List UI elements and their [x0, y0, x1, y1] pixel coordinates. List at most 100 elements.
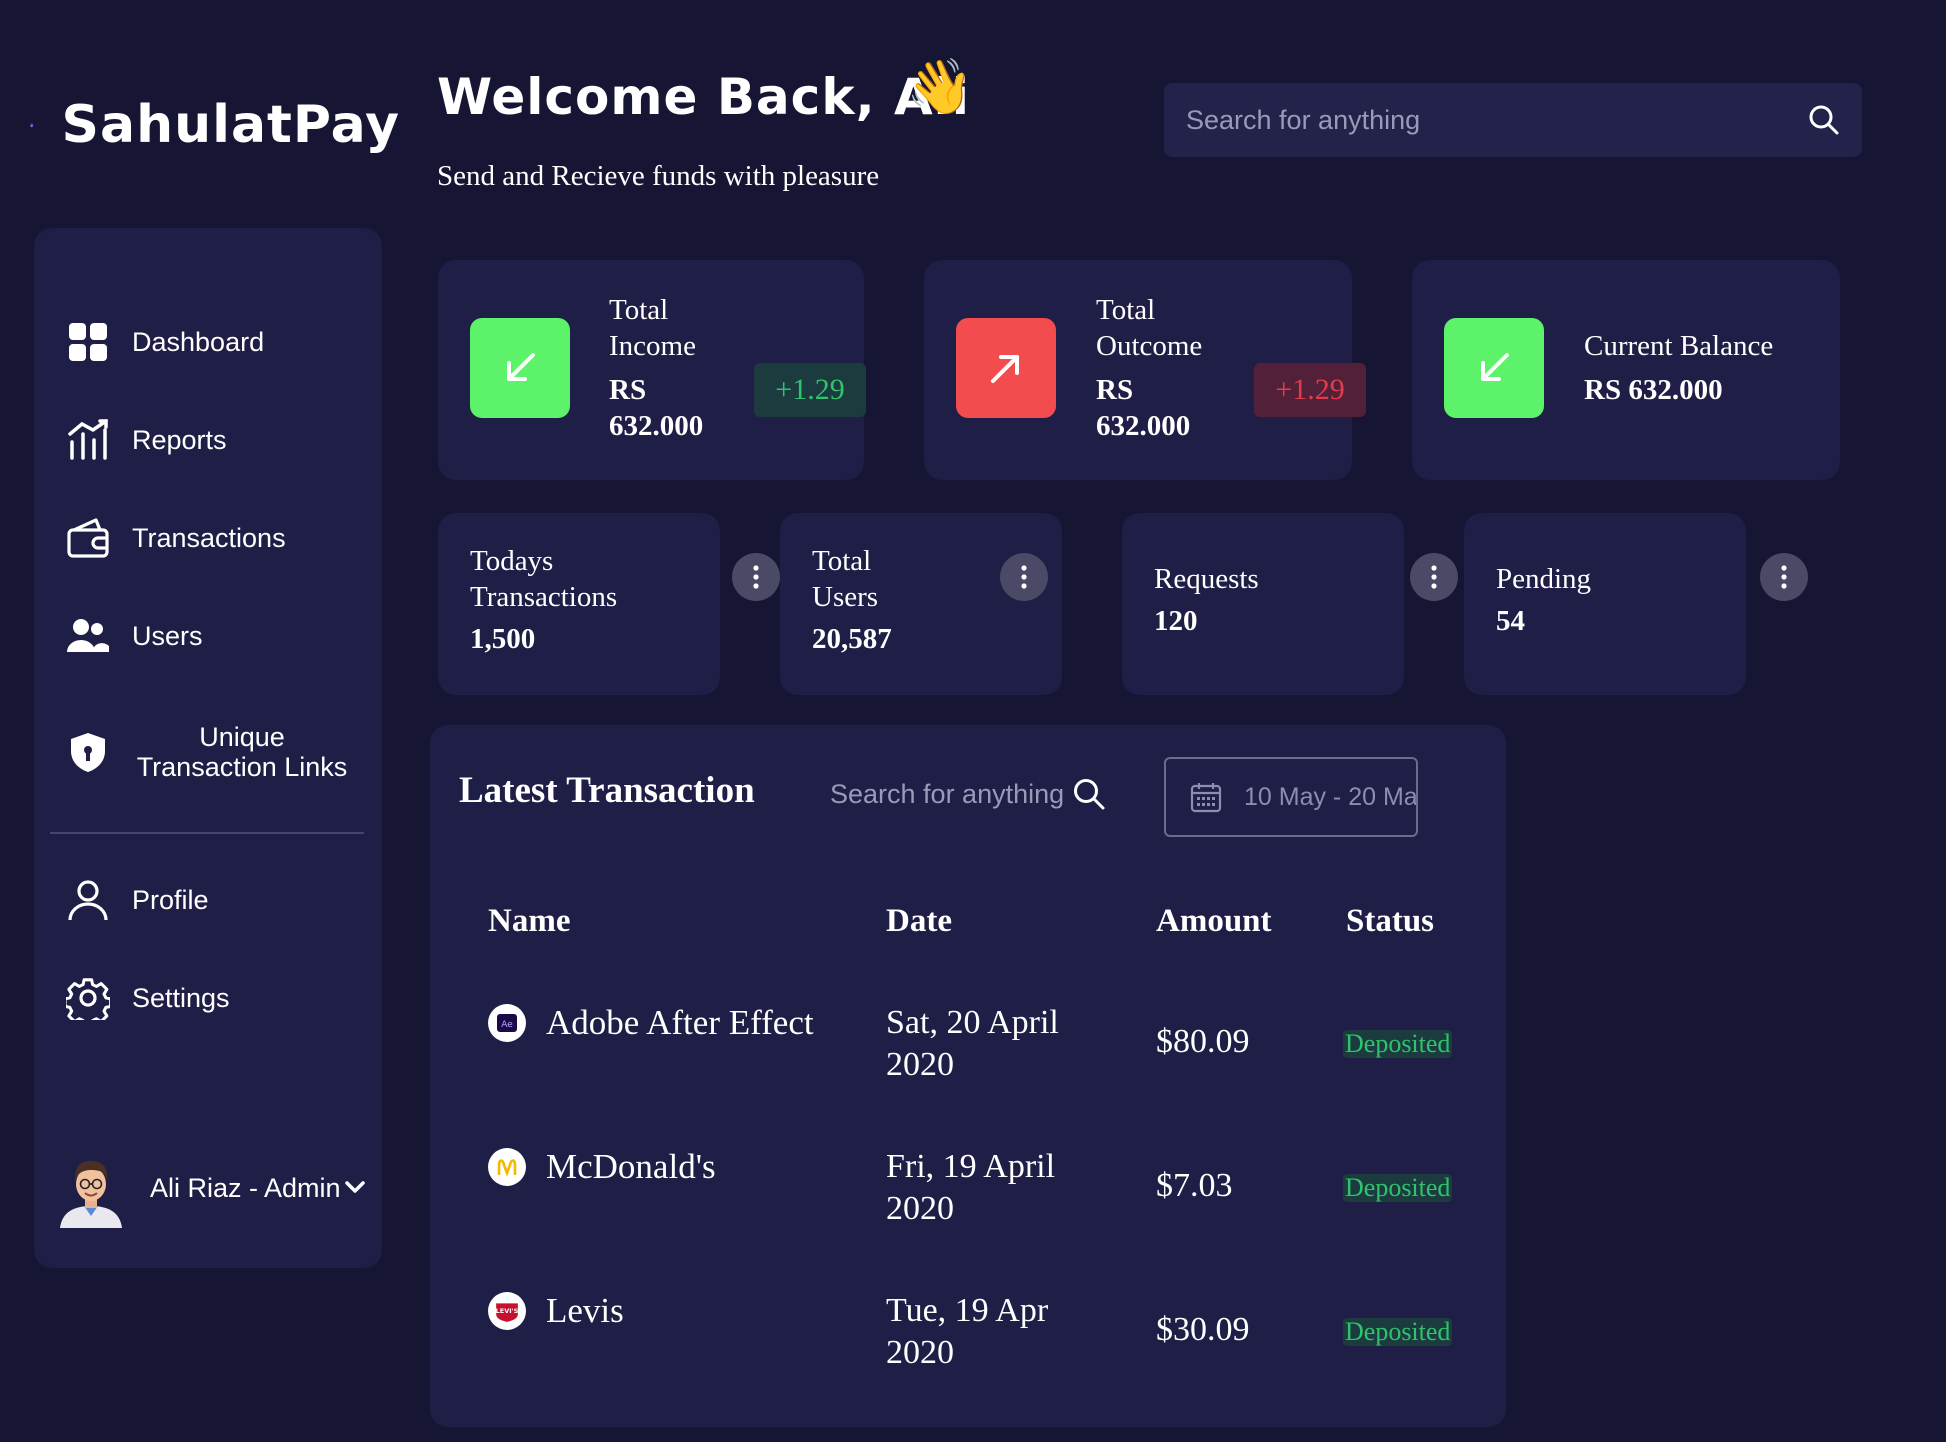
sidebar: Dashboard Reports Transactions Users Uni…: [34, 228, 382, 1268]
chart-icon: [66, 418, 110, 462]
more-options-button[interactable]: [1410, 553, 1458, 601]
income-delta: +1.29: [754, 363, 866, 417]
more-options-button[interactable]: [1760, 553, 1808, 601]
arrow-down-left-icon: [1481, 353, 1509, 381]
table-row[interactable]: LEVI'S Levis: [488, 1291, 624, 1331]
shield-icon: [66, 730, 110, 774]
outcome-badge: [956, 318, 1056, 418]
stat-label: Users: [812, 581, 879, 613]
row-amount: $80.09: [1156, 1023, 1250, 1060]
gear-icon: [66, 976, 110, 1020]
stat-value: 1,500: [470, 623, 536, 655]
income-badge: [470, 318, 570, 418]
outcome-delta: +1.29: [1254, 363, 1366, 417]
status-badge: Deposited: [1343, 1173, 1453, 1202]
sidebar-item-label: Dashboard: [132, 326, 265, 357]
page-subtitle: Send and Recieve funds with pleasure: [437, 160, 880, 192]
users-icon: [66, 614, 110, 658]
adobe-icon: Ae: [488, 1004, 526, 1042]
latest-transactions-panel: Latest Transaction Search for anything 1…: [430, 725, 1506, 1427]
outcome-label: Total: [1096, 294, 1156, 326]
row-amount: $30.09: [1156, 1311, 1250, 1348]
outcome-value: RS: [1096, 374, 1134, 406]
column-header-name[interactable]: Name: [488, 903, 570, 940]
transactions-search-placeholder: Search for anything: [830, 778, 1065, 809]
total-users-card: Total Users 20,587: [780, 513, 1062, 695]
page-title: Welcome Back, Ali: [437, 68, 970, 126]
more-options-button[interactable]: [1000, 553, 1048, 601]
more-options-button[interactable]: [732, 553, 780, 601]
sidebar-item-unique-links[interactable]: Unique Transaction Links: [66, 722, 352, 782]
calendar-icon: [1190, 783, 1222, 813]
sidebar-item-settings[interactable]: Settings: [66, 976, 230, 1020]
sidebar-item-dashboard[interactable]: Dashboard: [66, 320, 264, 364]
sidebar-item-users[interactable]: Users: [66, 614, 203, 658]
more-vertical-icon: [753, 565, 759, 589]
balance-badge: [1444, 318, 1544, 418]
income-card: Total Income RS 632.000 +1.29: [438, 260, 866, 480]
table-row[interactable]: McDonald's: [488, 1147, 716, 1187]
income-value: RS: [609, 374, 647, 406]
table-row[interactable]: Ae Adobe After Effect: [488, 1003, 814, 1043]
outcome-label: Outcome: [1096, 330, 1203, 362]
date-range-picker[interactable]: 10 May - 20 May: [1164, 757, 1418, 837]
wave-icon: 👋: [906, 57, 974, 117]
stat-label: Total: [812, 545, 872, 577]
global-search-input[interactable]: [1186, 104, 1808, 136]
sidebar-item-label: Reports: [132, 424, 227, 455]
row-date-line: Sat, 20 April: [886, 1004, 1059, 1041]
sidebar-item-transactions[interactable]: Transactions: [66, 516, 286, 560]
row-name: Adobe After Effect: [546, 1003, 814, 1042]
admin-profile[interactable]: Ali Riaz - Admin: [56, 1148, 341, 1228]
wallet-icon: [66, 516, 110, 560]
balance-card: Current Balance RS 632.000: [1412, 260, 1840, 480]
chevron-down-icon[interactable]: [340, 1172, 370, 1202]
income-label: Total: [609, 294, 669, 326]
row-date-line: 2020: [886, 1334, 954, 1371]
user-icon: [66, 878, 110, 922]
search-icon[interactable]: [1808, 104, 1840, 136]
row-amount: $7.03: [1156, 1167, 1233, 1204]
arrow-up-right-icon: [991, 355, 1019, 383]
stat-value: 20,587: [812, 623, 892, 655]
brand-name: SahulatPay: [61, 95, 400, 155]
search-icon[interactable]: [1072, 777, 1106, 811]
admin-name: Ali Riaz - Admin: [150, 1172, 341, 1203]
row-name: McDonald's: [546, 1147, 716, 1186]
row-date-line: 2020: [886, 1046, 954, 1083]
balance-value: RS 632.000: [1584, 374, 1723, 406]
column-header-date[interactable]: Date: [886, 903, 952, 940]
transactions-search[interactable]: Search for anything: [830, 777, 1106, 811]
row-date: Fri, 19 April 2020: [886, 1146, 1055, 1230]
row-date-line: 2020: [886, 1190, 954, 1227]
todays-transactions-card: Todays Transactions 1,500: [438, 513, 720, 695]
column-header-amount[interactable]: Amount: [1156, 903, 1272, 940]
levis-icon: LEVI'S: [488, 1292, 526, 1330]
mcdonalds-icon: [488, 1148, 526, 1186]
global-search: [1164, 83, 1862, 157]
svg-text:Ae: Ae: [501, 1020, 513, 1030]
outcome-card: Total Outcome RS 632.000 +1.29: [924, 260, 1366, 480]
outcome-value: 632.000: [1096, 410, 1191, 442]
sidebar-item-reports[interactable]: Reports: [66, 418, 227, 462]
stat-label: Transactions: [470, 581, 618, 613]
pending-card: Pending 54: [1464, 513, 1746, 695]
income-label: Income: [609, 330, 696, 362]
row-date: Tue, 19 Apr 2020: [886, 1290, 1048, 1374]
sidebar-item-profile[interactable]: Profile: [66, 878, 209, 922]
arrow-down-left-icon: [507, 353, 535, 381]
grid-icon: [66, 320, 110, 364]
column-header-status[interactable]: Status: [1346, 903, 1434, 940]
stat-label: Pending: [1496, 563, 1592, 595]
more-vertical-icon: [1781, 565, 1787, 589]
brand-logo[interactable]: SahulatPay: [30, 80, 400, 170]
income-value: 632.000: [609, 410, 704, 442]
sidebar-item-label: Unique Transaction Links: [136, 722, 348, 782]
status-badge: Deposited: [1343, 1029, 1453, 1058]
sidebar-item-label: Profile: [132, 884, 209, 915]
more-vertical-icon: [1431, 565, 1437, 589]
row-date-line: Fri, 19 April: [886, 1148, 1056, 1185]
sidebar-item-label: Transactions: [132, 522, 286, 553]
stat-value: 54: [1496, 605, 1525, 637]
sidebar-item-label: Settings: [132, 982, 230, 1013]
